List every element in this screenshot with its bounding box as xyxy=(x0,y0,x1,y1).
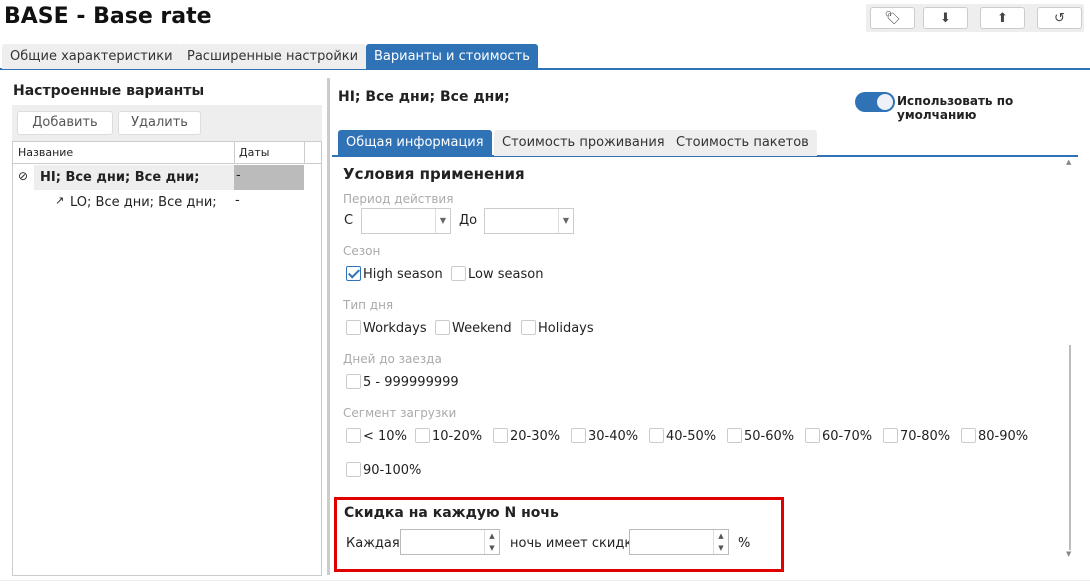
percent-label: % xyxy=(738,536,751,551)
load-checkbox[interactable]: 60-70% xyxy=(805,428,872,444)
column-name[interactable]: Название xyxy=(18,142,73,164)
period-label: Период действия xyxy=(343,192,454,206)
days-label: Дней до заезда xyxy=(343,352,442,366)
variant-title: HI; Все дни; Все дни; xyxy=(338,89,510,105)
discount-section: Скидка на каждую N ночь Каждая ▲ ▼ ночь и… xyxy=(334,497,784,572)
season-high-checkbox[interactable]: High season xyxy=(346,266,443,282)
load-checkbox[interactable]: 50-60% xyxy=(727,428,794,444)
download-icon: ⬇ xyxy=(940,10,951,26)
tab-accommodation-cost[interactable]: Стоимость проживания xyxy=(494,130,673,156)
season-label: Сезон xyxy=(343,244,381,258)
load-checkbox[interactable]: 20-30% xyxy=(493,428,560,444)
conditions-title: Условия применения xyxy=(343,165,525,183)
variant-name: LO; Все дни; Все дни; xyxy=(70,195,217,210)
add-button[interactable]: Добавить xyxy=(17,111,113,135)
load-checkbox[interactable]: 40-50% xyxy=(649,428,716,444)
page-title: BASE - Base rate xyxy=(4,4,212,29)
tab-advanced[interactable]: Расширенные настройки xyxy=(179,44,367,69)
variants-grid: Название Даты ⊘ HI; Все дни; Все дни; - … xyxy=(12,141,322,576)
tab-general[interactable]: Общие характеристики xyxy=(2,44,181,69)
load-checkbox[interactable]: 30-40% xyxy=(571,428,638,444)
weekend-checkbox[interactable]: Weekend xyxy=(435,320,512,336)
load-checkbox[interactable]: 10-20% xyxy=(415,428,482,444)
panel-splitter[interactable] xyxy=(327,78,330,575)
toolbar: 🏷 ⬇ ⬆ ↺ xyxy=(866,4,1084,32)
main-tabs: Общие характеристики Расширенные настрой… xyxy=(0,44,1090,70)
scrollbar[interactable]: ▲ ▼ xyxy=(1066,158,1076,560)
chevron-down-icon[interactable]: ▼ xyxy=(558,209,573,233)
tab-variants[interactable]: Варианты и стоимость xyxy=(366,44,538,69)
variants-toolbar: Добавить Удалить xyxy=(12,105,322,141)
load-label: Сегмент загрузки xyxy=(343,406,457,420)
upload-button[interactable]: ⬆ xyxy=(980,7,1025,29)
daytype-label: Тип дня xyxy=(343,298,394,312)
night-has-label: ночь имеет скидку xyxy=(510,536,640,551)
sub-tabs: Общая информация Стоимость проживания Ст… xyxy=(332,130,1078,157)
column-dates[interactable]: Даты xyxy=(234,142,269,164)
load-checkbox[interactable]: 80-90% xyxy=(961,428,1028,444)
discount-percent-input[interactable]: ▲ ▼ xyxy=(629,529,729,555)
history-icon: ↺ xyxy=(1054,10,1065,26)
link-icon: ↗ xyxy=(55,194,65,207)
variant-name: HI; Все дни; Все дни; xyxy=(34,165,234,190)
grid-header: Название Даты xyxy=(13,142,321,164)
variant-dates: - xyxy=(235,193,240,208)
every-label: Каждая xyxy=(346,536,400,551)
variant-dates: - xyxy=(234,165,304,190)
default-toggle[interactable] xyxy=(855,92,895,112)
scrollbar-thumb[interactable] xyxy=(1069,345,1071,550)
load-checkbox[interactable]: < 10% xyxy=(346,428,407,444)
tag-icon: 🏷 xyxy=(884,10,901,26)
default-toggle-label: Использовать по умолчанию xyxy=(897,94,1014,122)
variants-title: Настроенные варианты xyxy=(13,83,205,99)
to-date-select[interactable]: ▼ xyxy=(484,208,574,234)
tab-general-info[interactable]: Общая информация xyxy=(338,130,492,156)
night-number-input[interactable]: ▲ ▼ xyxy=(400,529,500,555)
from-label: С xyxy=(344,213,354,228)
days-range-checkbox[interactable]: 5 - 999999999 xyxy=(346,374,459,390)
discount-title: Скидка на каждую N ночь xyxy=(344,505,559,521)
load-checkbox[interactable]: 90-100% xyxy=(346,462,421,478)
tag-button[interactable]: 🏷 xyxy=(870,7,915,29)
collapse-icon[interactable]: ⊘ xyxy=(18,169,28,183)
holidays-checkbox[interactable]: Holidays xyxy=(521,320,594,336)
spinner-icon[interactable]: ▲ ▼ xyxy=(484,530,499,554)
tab-package-cost[interactable]: Стоимость пакетов xyxy=(668,130,817,156)
download-button[interactable]: ⬇ xyxy=(923,7,968,29)
delete-button[interactable]: Удалить xyxy=(118,111,201,135)
table-row[interactable]: ↗ LO; Все дни; Все дни; - xyxy=(13,192,305,214)
chevron-down-icon[interactable]: ▼ xyxy=(435,209,450,233)
history-button[interactable]: ↺ xyxy=(1037,7,1082,29)
load-checkbox[interactable]: 70-80% xyxy=(883,428,950,444)
from-date-select[interactable]: ▼ xyxy=(361,208,451,234)
to-label: До xyxy=(459,213,478,228)
table-row[interactable]: ⊘ HI; Все дни; Все дни; - xyxy=(13,165,305,190)
workdays-checkbox[interactable]: Workdays xyxy=(346,320,427,336)
spinner-icon[interactable]: ▲ ▼ xyxy=(713,530,728,554)
upload-icon: ⬆ xyxy=(997,10,1008,26)
season-low-checkbox[interactable]: Low season xyxy=(451,266,543,282)
